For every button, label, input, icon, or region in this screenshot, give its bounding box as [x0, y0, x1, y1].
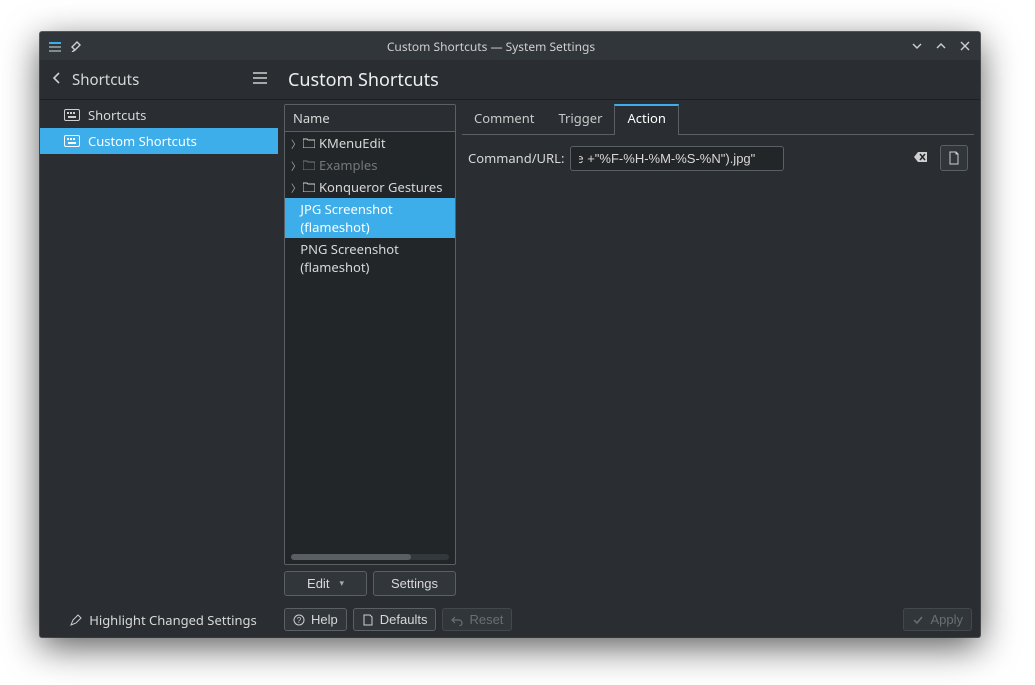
defaults-button[interactable]: Defaults: [353, 608, 437, 631]
tree-row-png-screenshot[interactable]: PNG Screenshot (flameshot): [285, 238, 455, 278]
highlight-icon: [69, 613, 83, 627]
sidebar-item-label: Shortcuts: [88, 106, 146, 124]
chevron-right-icon[interactable]: 〉: [291, 158, 299, 173]
minimize-button[interactable]: [910, 39, 924, 53]
maximize-button[interactable]: [934, 39, 948, 53]
app-window: Custom Shortcuts — System Settings Short…: [40, 32, 980, 637]
tab-bar: Comment Trigger Action: [462, 104, 974, 135]
apply-button: Apply: [903, 608, 972, 631]
tree-row-label: Konqueror Gestures: [319, 178, 442, 196]
tree-column-header[interactable]: Name: [285, 105, 455, 132]
file-icon: [947, 151, 961, 165]
edit-dropdown-button[interactable]: Edit ▾: [284, 571, 367, 596]
document-icon: [362, 614, 374, 626]
sidebar-item-custom-shortcuts[interactable]: Custom Shortcuts: [40, 128, 278, 154]
titlebar: Custom Shortcuts — System Settings: [40, 32, 980, 60]
tree-row-jpg-screenshot[interactable]: JPG Screenshot (flameshot): [285, 198, 455, 238]
button-label: Apply: [930, 612, 963, 627]
sidebar: Shortcuts Custom Shortcuts: [40, 100, 278, 602]
tree-row-kmenuedit[interactable]: 〉 KMenuEdit: [285, 132, 455, 154]
button-label: Reset: [469, 612, 503, 627]
clear-input-icon[interactable]: [914, 149, 928, 167]
horizontal-scrollbar[interactable]: [291, 554, 449, 560]
close-button[interactable]: [958, 39, 972, 53]
footer-bar: Highlight Changed Settings ? Help Defaul…: [40, 602, 980, 637]
detail-pane: Comment Trigger Action Command/URL:: [462, 104, 974, 596]
reset-button: Reset: [442, 608, 512, 631]
button-label: Edit: [307, 576, 329, 591]
help-icon: ?: [293, 614, 305, 626]
back-button[interactable]: [50, 70, 64, 90]
command-url-input[interactable]: [570, 146, 784, 171]
sidebar-item-shortcuts[interactable]: Shortcuts: [40, 102, 278, 128]
chevron-down-icon: ▾: [339, 578, 344, 589]
hamburger-menu-button[interactable]: [252, 70, 268, 90]
tree-row-examples[interactable]: 〉 Examples: [285, 154, 455, 176]
command-url-label: Command/URL:: [468, 149, 564, 167]
window-title: Custom Shortcuts — System Settings: [82, 38, 900, 55]
tab-comment[interactable]: Comment: [462, 104, 546, 134]
tree-row-konqueror-gestures[interactable]: 〉 Konqueror Gestures: [285, 176, 455, 198]
tab-trigger[interactable]: Trigger: [546, 104, 614, 134]
button-label: Defaults: [380, 612, 428, 627]
button-label: Help: [311, 612, 338, 627]
pin-icon[interactable]: [70, 40, 82, 52]
folder-icon: [303, 182, 315, 192]
shortcut-tree[interactable]: Name 〉 KMenuEdit 〉 Examp: [284, 104, 456, 565]
folder-icon: [303, 160, 315, 170]
tree-row-label: PNG Screenshot (flameshot): [300, 240, 449, 276]
keyboard-icon: [64, 135, 80, 147]
svg-text:?: ?: [297, 616, 302, 625]
help-button[interactable]: ? Help: [284, 608, 347, 631]
keyboard-icon: [64, 109, 80, 121]
breadcrumb[interactable]: Shortcuts: [72, 70, 139, 90]
tree-row-label: Examples: [319, 156, 377, 174]
button-label: Highlight Changed Settings: [89, 611, 257, 629]
chevron-right-icon[interactable]: 〉: [291, 136, 299, 151]
undo-icon: [451, 614, 463, 626]
page-title: Custom Shortcuts: [278, 68, 980, 92]
tree-row-label: JPG Screenshot (flameshot): [300, 200, 449, 236]
header-bar: Shortcuts Custom Shortcuts: [40, 60, 980, 100]
tab-action[interactable]: Action: [614, 104, 679, 135]
settings-button[interactable]: Settings: [373, 571, 456, 596]
highlight-changed-settings-button[interactable]: Highlight Changed Settings: [69, 611, 257, 629]
check-icon: [912, 614, 924, 626]
folder-icon: [303, 138, 315, 148]
browse-file-button[interactable]: [940, 145, 968, 171]
chevron-right-icon[interactable]: 〉: [291, 180, 299, 195]
tree-row-label: KMenuEdit: [319, 134, 386, 152]
app-menu-icon[interactable]: [48, 39, 62, 53]
button-label: Settings: [391, 576, 438, 591]
sidebar-item-label: Custom Shortcuts: [88, 132, 197, 150]
